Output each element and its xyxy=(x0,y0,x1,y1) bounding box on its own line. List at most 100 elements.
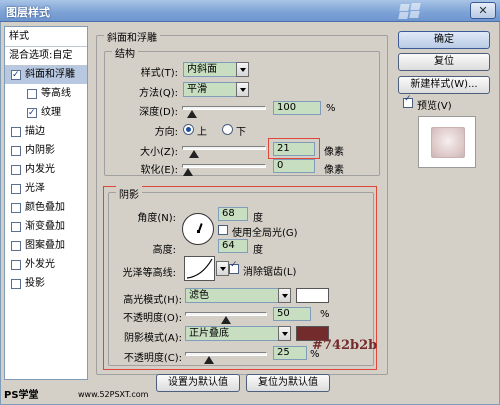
sidebar-item-label: 内发光 xyxy=(25,164,55,175)
anti-alias-label: 消除锯齿(L) xyxy=(243,267,297,278)
depth-slider-thumb[interactable] xyxy=(187,110,197,118)
watermark-left: PS学堂 xyxy=(4,390,39,401)
depth-slider[interactable] xyxy=(182,106,266,118)
technique-select[interactable]: 平滑 xyxy=(183,82,249,97)
sidebar-item-label: 投影 xyxy=(25,278,45,289)
style-select-value: 内斜面 xyxy=(187,64,217,75)
angle-dial[interactable] xyxy=(182,213,214,245)
sidebar-checkbox[interactable] xyxy=(11,279,21,289)
sidebar-item-stroke[interactable]: 描边 xyxy=(5,123,87,141)
sidebar-checkbox[interactable] xyxy=(11,146,21,156)
sidebar-checkbox[interactable] xyxy=(11,127,21,137)
structure-title: 结构 xyxy=(112,45,138,60)
chevron-down-icon[interactable] xyxy=(216,261,229,276)
direction-down-radio[interactable] xyxy=(222,124,233,135)
global-light-checkbox[interactable] xyxy=(218,225,228,235)
direction-up-label: 上 xyxy=(197,127,207,138)
sidebar-checkbox[interactable] xyxy=(11,260,21,270)
size-slider-thumb[interactable] xyxy=(189,150,199,158)
sidebar-item-outer-glow[interactable]: 外发光 xyxy=(5,256,87,274)
highlight-opacity-input[interactable]: 50 xyxy=(273,307,311,321)
sidebar-item-color-overlay[interactable]: 颜色叠加 xyxy=(5,199,87,217)
style-preview xyxy=(418,116,476,168)
technique-select-value: 平滑 xyxy=(187,84,207,95)
sidebar-checkbox[interactable] xyxy=(11,184,21,194)
shadow-mode-select[interactable]: 正片叠底 xyxy=(185,326,291,341)
shadow-opacity-slider[interactable] xyxy=(185,352,267,364)
soften-unit: 像素 xyxy=(324,165,344,176)
angle-label: 角度(N): xyxy=(137,213,176,224)
chevron-down-icon[interactable] xyxy=(236,82,249,97)
sidebar-checkbox[interactable] xyxy=(27,89,37,99)
depth-input[interactable]: 100 xyxy=(273,101,321,115)
soften-label: 软化(E): xyxy=(140,165,179,176)
sidebar-item-gradient-overlay[interactable]: 渐变叠加 xyxy=(5,218,87,236)
sidebar-item-pattern-overlay[interactable]: 图案叠加 xyxy=(5,237,87,255)
window-title: 图层样式 xyxy=(6,6,50,19)
altitude-unit: 度 xyxy=(253,245,263,256)
sidebar-item-blending-options[interactable]: 混合选项:自定 xyxy=(9,47,91,65)
sidebar-item-label: 描边 xyxy=(25,126,45,137)
sidebar-checkbox[interactable] xyxy=(11,66,21,84)
soften-input[interactable]: 0 xyxy=(273,159,315,173)
make-default-button[interactable]: 设置为默认值 xyxy=(156,374,240,392)
sidebar-checkbox[interactable] xyxy=(27,104,37,122)
highlight-mode-select[interactable]: 滤色 xyxy=(185,288,291,303)
soften-slider[interactable] xyxy=(182,164,266,176)
highlight-color-swatch[interactable] xyxy=(296,288,329,303)
reset-button[interactable]: 复位 xyxy=(398,53,490,71)
sidebar-item-satin[interactable]: 光泽 xyxy=(5,180,87,198)
size-input[interactable]: 21 xyxy=(273,142,315,156)
angle-center xyxy=(197,230,200,233)
preview-checkbox[interactable] xyxy=(403,94,413,108)
size-slider[interactable] xyxy=(182,146,266,158)
highlight-opacity-slider[interactable] xyxy=(185,312,267,324)
sidebar-item-contour[interactable]: 等高线 xyxy=(5,85,87,103)
technique-label: 方法(Q): xyxy=(138,88,178,99)
sidebar-item-label: 纹理 xyxy=(41,107,61,118)
chevron-down-icon[interactable] xyxy=(236,62,249,77)
ok-button[interactable]: 确定 xyxy=(398,31,490,49)
sidebar-item-label: 等高线 xyxy=(41,88,71,99)
style-select[interactable]: 内斜面 xyxy=(183,62,249,77)
gloss-contour-dropdown[interactable] xyxy=(216,261,229,276)
gloss-contour-preview[interactable] xyxy=(184,256,215,281)
reset-default-button[interactable]: 复位为默认值 xyxy=(246,374,330,392)
chevron-down-icon[interactable] xyxy=(278,326,291,341)
sidebar-item-label: 图案叠加 xyxy=(25,240,65,251)
chevron-down-icon[interactable] xyxy=(278,288,291,303)
shadow-opacity-slider-thumb[interactable] xyxy=(204,356,214,364)
soften-slider-thumb[interactable] xyxy=(183,168,193,176)
direction-up-radio[interactable] xyxy=(183,124,194,135)
shading-title: 阴影 xyxy=(116,186,142,201)
sidebar-item-drop-shadow[interactable]: 投影 xyxy=(5,275,87,293)
highlight-opacity-unit: % xyxy=(320,309,330,320)
sidebar-item-inner-glow[interactable]: 内发光 xyxy=(5,161,87,179)
sidebar-item-label: 颜色叠加 xyxy=(25,202,65,213)
direction-label: 方向: xyxy=(154,127,178,138)
highlight-mode-value: 滤色 xyxy=(189,290,209,301)
color-annotation: #742b2b xyxy=(312,338,378,353)
sidebar-checkbox[interactable] xyxy=(11,222,21,232)
shadow-opacity-label: 不透明度(C): xyxy=(123,353,182,364)
sidebar-checkbox[interactable] xyxy=(11,241,21,251)
styles-sidebar: 样式 混合选项:自定 斜面和浮雕 等高线 纹理 描边 内阴影 内发光 光泽 颜色… xyxy=(4,26,88,380)
sidebar-item-inner-shadow[interactable]: 内阴影 xyxy=(5,142,87,160)
highlight-opacity-slider-thumb[interactable] xyxy=(221,316,231,324)
anti-alias-checkbox[interactable] xyxy=(229,260,239,274)
sidebar-item-label: 外发光 xyxy=(25,259,55,270)
angle-input[interactable]: 68 xyxy=(218,207,248,221)
new-style-button[interactable]: 新建样式(W)... xyxy=(398,76,490,94)
close-button[interactable]: ✕ xyxy=(470,2,496,19)
sidebar-checkbox[interactable] xyxy=(11,165,21,175)
shadow-mode-label: 阴影模式(A): xyxy=(123,333,182,344)
sidebar-item-texture[interactable]: 纹理 xyxy=(5,104,87,122)
sidebar-checkbox[interactable] xyxy=(11,203,21,213)
preview-label: 预览(V) xyxy=(417,101,452,112)
altitude-input[interactable]: 64 xyxy=(218,239,248,253)
depth-label: 深度(D): xyxy=(139,107,178,118)
shadow-opacity-input[interactable]: 25 xyxy=(273,346,307,360)
sidebar-item-bevel-emboss[interactable]: 斜面和浮雕 xyxy=(5,66,87,84)
windows-logo-icon xyxy=(392,2,436,20)
style-label: 样式(T): xyxy=(140,68,178,79)
